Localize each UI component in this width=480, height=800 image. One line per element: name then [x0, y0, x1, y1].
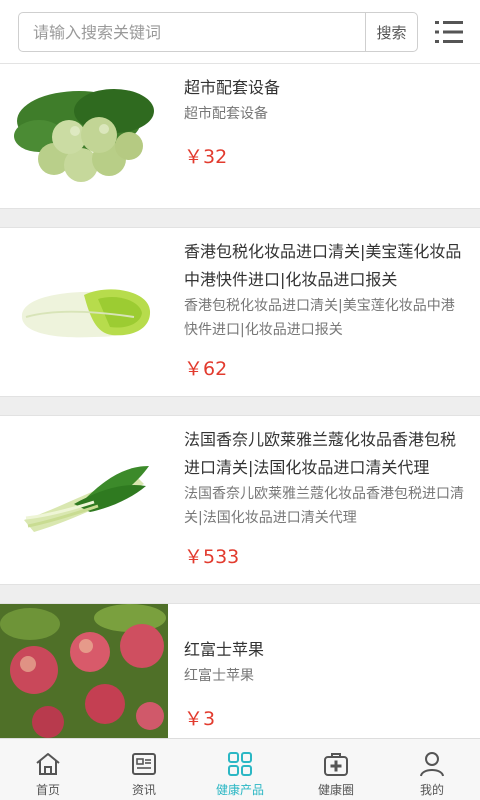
product-description: 法国香奈儿欧莱雅兰蔻化妆品香港包税进口清关|法国化妆品进口清关代理 [184, 486, 464, 526]
menu-list-icon[interactable] [434, 18, 464, 46]
tab-label: 首页 [35, 783, 60, 797]
home-icon [36, 753, 60, 775]
tab-label: 资讯 [131, 783, 156, 797]
bok-choy-image [14, 89, 154, 182]
tab-news[interactable]: 资讯 [96, 739, 192, 800]
user-icon [420, 752, 444, 777]
product-price: ￥32 [184, 146, 228, 168]
product-title: 香港包税化妆品进口清关|美宝莲化妆品中港快件进口|化妆品进口报关 [184, 242, 462, 289]
separator [0, 584, 480, 604]
tab-health-circle[interactable]: 健康圈 [288, 739, 384, 800]
product-image-apples[interactable] [0, 604, 168, 748]
grid-icon [228, 752, 252, 776]
news-icon [132, 753, 156, 775]
product-description: 超市配套设备 [184, 106, 268, 122]
search-button[interactable]: 搜索 [365, 13, 417, 51]
product-list: 超市配套设备 超市配套设备 ￥32 香港包税化妆品进口清关|美宝莲化妆品中港快件… [0, 64, 480, 748]
product-item[interactable]: 法国香奈儿欧莱雅兰蔻化妆品香港包税进口清关|法国化妆品进口清关代理 法国香奈儿欧… [0, 416, 480, 584]
green-vegetable-image [24, 466, 149, 532]
header: 搜索 [0, 0, 480, 64]
product-description: 红富士苹果 [184, 668, 254, 684]
product-title: 红富士苹果 [184, 640, 265, 659]
tab-me[interactable]: 我的 [384, 739, 480, 800]
bottom-tab-bar: 首页 资讯 健康产品 健康圈 我的 [0, 738, 480, 800]
search-box: 搜索 [18, 12, 418, 52]
separator [0, 208, 480, 228]
product-description: 香港包税化妆品进口清关|美宝莲化妆品中港快件进口|化妆品进口报关 [184, 298, 455, 338]
tab-label: 健康圈 [317, 783, 354, 797]
product-price: ￥62 [184, 358, 228, 380]
product-title: 法国香奈儿欧莱雅兰蔻化妆品香港包税进口清关|法国化妆品进口清关代理 [184, 430, 457, 477]
tab-health-products[interactable]: 健康产品 [192, 739, 288, 800]
product-price: ￥3 [184, 708, 216, 730]
product-image-bok-choy[interactable] [0, 64, 168, 208]
product-image-green-onion[interactable] [0, 416, 168, 584]
napa-cabbage-image [21, 289, 151, 338]
product-price: ￥533 [184, 546, 240, 568]
product-item[interactable]: 香港包税化妆品进口清关|美宝莲化妆品中港快件进口|化妆品进口报关 香港包税化妆品… [0, 228, 480, 396]
tab-label: 健康产品 [215, 783, 264, 797]
product-image-napa-cabbage[interactable] [0, 228, 168, 396]
product-title: 超市配套设备 [184, 78, 281, 97]
tab-home[interactable]: 首页 [0, 739, 96, 800]
separator [0, 396, 480, 416]
apples-image [0, 604, 168, 748]
product-item[interactable]: 超市配套设备 超市配套设备 ￥32 [0, 64, 480, 208]
product-item[interactable]: 红富士苹果 红富士苹果 ￥3 [0, 604, 480, 748]
tab-label: 我的 [419, 783, 444, 797]
search-input[interactable] [19, 13, 365, 51]
medical-kit-icon [324, 753, 348, 776]
